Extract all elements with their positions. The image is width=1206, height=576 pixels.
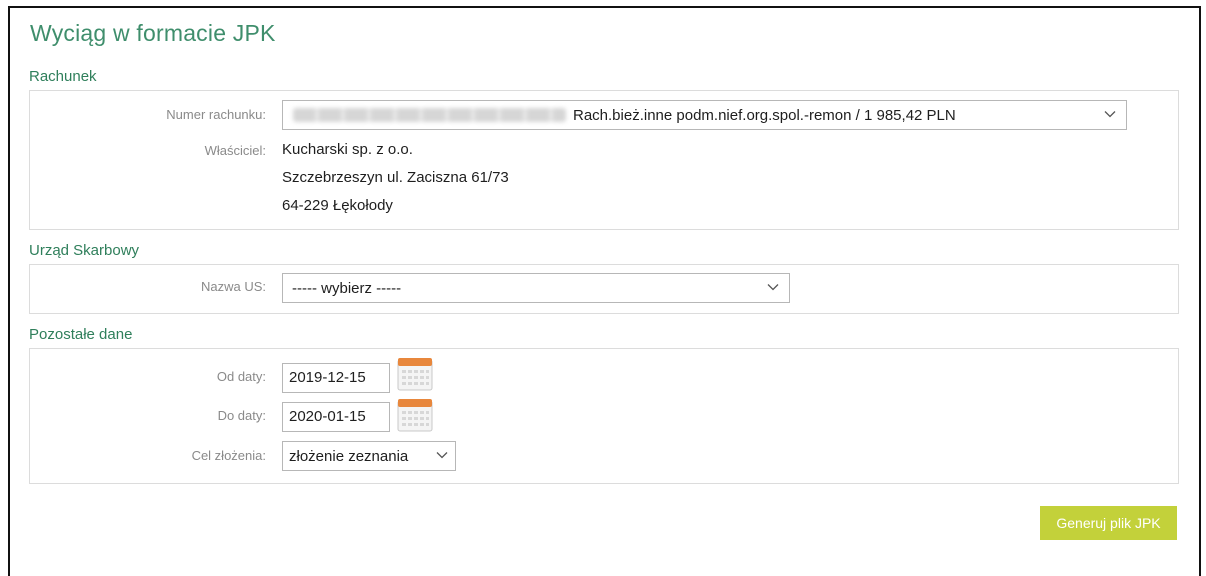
to-date-input[interactable]: 2020-01-15 bbox=[282, 402, 390, 432]
tax-office-select[interactable]: ----- wybierz ----- bbox=[282, 273, 790, 303]
account-number-text: Rach.bież.inne podm.nief.org.spol.-remon… bbox=[573, 106, 956, 124]
from-date-label: Od daty: bbox=[216, 369, 266, 384]
calendar-icon[interactable] bbox=[397, 357, 433, 391]
owner-address-street: Szczebrzeszyn ul. Zaciszna 61/73 bbox=[282, 169, 509, 186]
tax-office-panel: Nazwa US: ----- wybierz ----- bbox=[29, 264, 1179, 314]
account-number-select[interactable]: Rach.bież.inne podm.nief.org.spol.-remon… bbox=[282, 100, 1127, 130]
page-title: Wyciąg w formacie JPK bbox=[30, 20, 276, 46]
jpk-form-window: Wyciąg w formacie JPK Rachunek Numer rac… bbox=[8, 6, 1201, 576]
account-panel: Numer rachunku: Rach.bież.inne podm.nief… bbox=[29, 90, 1179, 230]
section-title-tax-office: Urząd Skarbowy bbox=[29, 242, 140, 259]
section-title-account: Rachunek bbox=[29, 68, 97, 85]
from-date-input[interactable]: 2019-12-15 bbox=[282, 363, 390, 393]
owner-name: Kucharski sp. z o.o. bbox=[282, 141, 413, 158]
account-number-label: Numer rachunku: bbox=[166, 107, 266, 122]
section-title-other: Pozostałe dane bbox=[29, 326, 133, 343]
calendar-icon[interactable] bbox=[397, 398, 433, 432]
other-data-panel: Od daty: 2019-12-15 Do daty: 2020-01-15 … bbox=[29, 348, 1179, 484]
purpose-selected: złożenie zeznania bbox=[289, 447, 409, 465]
to-date-label: Do daty: bbox=[217, 408, 266, 423]
owner-address-city: 64-229 Łękołody bbox=[282, 197, 393, 214]
purpose-label: Cel złożenia: bbox=[191, 448, 266, 463]
tax-office-selected: ----- wybierz ----- bbox=[292, 279, 402, 297]
chevron-down-icon bbox=[767, 284, 779, 291]
purpose-select[interactable]: złożenie zeznania bbox=[282, 441, 456, 471]
chevron-down-icon bbox=[436, 452, 448, 459]
generate-jpk-button[interactable]: Generuj plik JPK bbox=[1040, 506, 1177, 540]
chevron-down-icon bbox=[1104, 111, 1116, 118]
masked-account-number bbox=[293, 108, 566, 122]
tax-office-label: Nazwa US: bbox=[200, 279, 266, 294]
owner-label: Właściciel: bbox=[204, 143, 266, 158]
